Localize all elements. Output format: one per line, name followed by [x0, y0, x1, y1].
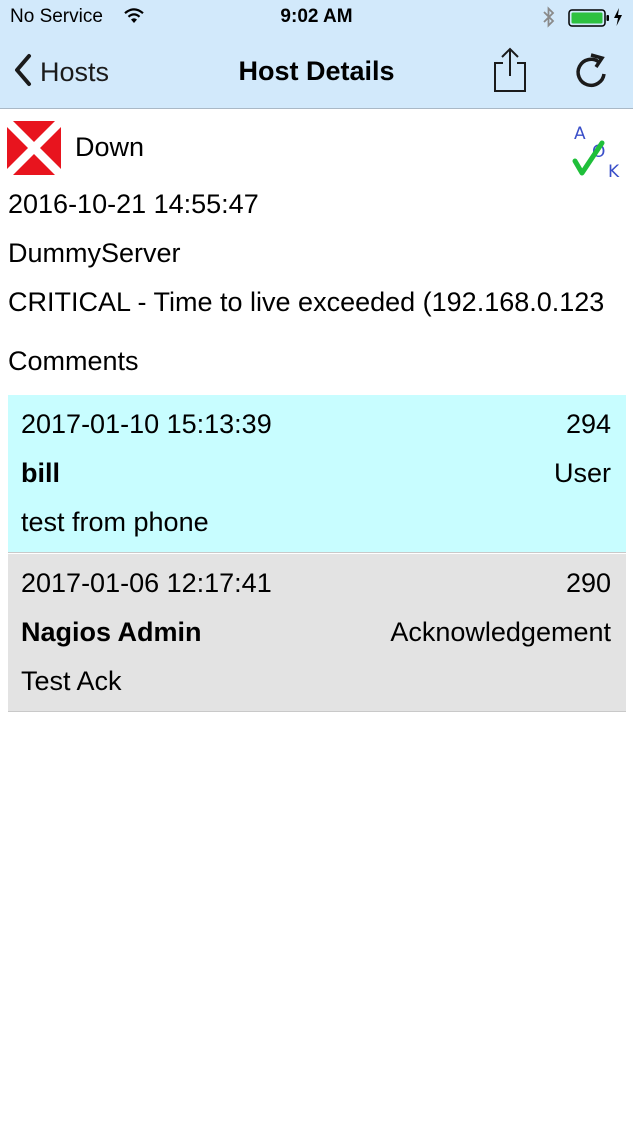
ack-letter-a: A	[574, 124, 586, 144]
share-button[interactable]	[492, 46, 528, 99]
comment-time: 2017-01-10 15:13:39	[21, 409, 272, 439]
comment-text: test from phone	[21, 507, 209, 537]
charging-bolt-icon	[613, 7, 623, 33]
comment-id: 294	[565, 409, 611, 439]
comments-header: Comments	[8, 346, 139, 376]
acknowledge-icon[interactable]: A O K	[568, 121, 626, 186]
comment-author: bill	[21, 458, 60, 488]
comment-type: Acknowledgement	[390, 617, 611, 647]
host-state-row: Down A O K	[0, 109, 633, 189]
comment-id: 290	[565, 568, 611, 598]
bluetooth-icon	[542, 6, 556, 34]
page-title: Host Details	[238, 56, 395, 86]
refresh-icon	[572, 53, 610, 96]
host-state-label: Down	[75, 132, 145, 162]
host-name: DummyServer	[8, 238, 181, 268]
status-bar: No Service 9:02 AM	[0, 0, 633, 36]
host-last-check: 2016-10-21 14:55:47	[8, 189, 259, 219]
down-status-icon	[7, 121, 61, 180]
comment-item[interactable]: 2017-01-10 15:13:39 294 bill User test f…	[8, 395, 626, 553]
top-bar: No Service 9:02 AM Hosts Host Details	[0, 0, 633, 109]
comment-type: User	[553, 458, 611, 488]
comment-time: 2017-01-06 12:17:41	[21, 568, 272, 598]
navigation-bar: Hosts Host Details	[0, 36, 633, 108]
comment-author: Nagios Admin	[21, 617, 202, 647]
share-icon	[492, 47, 528, 98]
comment-item[interactable]: 2017-01-06 12:17:41 290 Nagios Admin Ack…	[8, 554, 626, 712]
ack-letter-k: K	[608, 162, 620, 181]
host-plugin-output: CRITICAL - Time to live exceeded (192.16…	[8, 287, 605, 317]
battery-icon	[568, 9, 610, 33]
refresh-button[interactable]	[572, 52, 610, 97]
status-time: 9:02 AM	[280, 6, 353, 27]
comment-text: Test Ack	[21, 666, 122, 696]
